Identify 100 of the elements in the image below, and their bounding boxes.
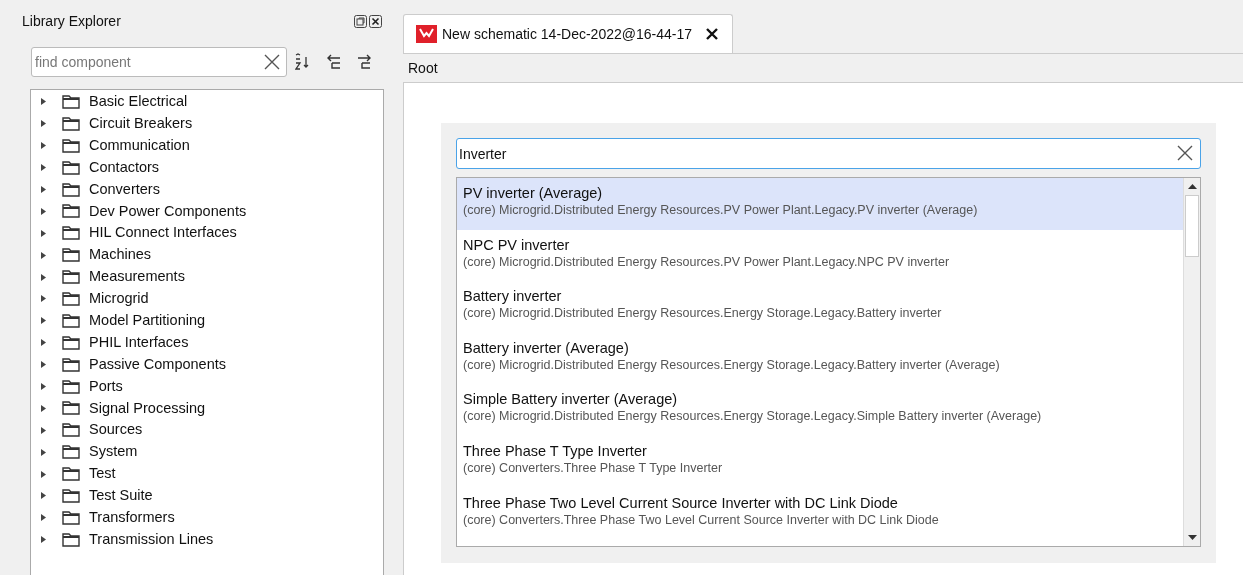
tree-item[interactable]: Transformers (89, 507, 175, 529)
collapsed-caret-icon[interactable] (40, 251, 47, 259)
close-icon[interactable] (369, 14, 382, 28)
collapsed-caret-icon[interactable] (40, 470, 47, 478)
folder-icon (62, 204, 80, 219)
tree-item[interactable]: Test (89, 463, 116, 485)
result-name: NPC PV inverter (463, 235, 571, 254)
folder-icon (62, 423, 80, 438)
app-logo-icon (416, 25, 437, 43)
component-search-field[interactable]: Inverter (456, 138, 1201, 169)
result-name: Three Phase Two Level Current Source Inverter with DC Link Diode (463, 493, 899, 512)
collapsed-caret-icon[interactable] (40, 295, 47, 303)
sort-icon[interactable] (295, 53, 311, 71)
result-path: (core) Microgrid.Distributed Energy Resources.Energy Storage.Legacy.Simple Battery inverter (Average) (463, 408, 1043, 425)
panel-title: Library Explorer (22, 11, 121, 31)
folder-icon (62, 94, 80, 109)
collapsed-caret-icon[interactable] (40, 142, 47, 150)
folder-icon (62, 182, 80, 197)
result-item[interactable]: Three Phase Two Level Current Source Inverter with DC Link Diode (core) Converters.Three Phase Two Level Current Source Inverter with DC Link Diode (457, 487, 1183, 540)
tree-item[interactable]: Ports (89, 375, 123, 398)
tree-item[interactable]: Sources (89, 419, 143, 442)
tree-item[interactable]: Converters (89, 178, 160, 201)
result-item[interactable]: Simple Battery inverter (Average) (core) Microgrid.Distributed Energy Resources.Energy Storage.Legacy.Simple Battery inverter (Average) (457, 384, 1183, 436)
tree-item[interactable]: Dev Power Components (89, 200, 247, 223)
tree-item[interactable]: System (89, 441, 138, 464)
tab-title: New schematic 14-Dec-2022@16-44-17 (442, 24, 692, 44)
folder-icon (62, 445, 80, 460)
result-path: (core) Converters.Three Phase T Type Inverter (463, 459, 724, 476)
clear-icon[interactable] (263, 53, 281, 71)
folder-icon (62, 270, 80, 285)
clear-icon[interactable] (1176, 144, 1194, 162)
collapsed-caret-icon[interactable] (40, 273, 47, 281)
tree-item[interactable]: Passive Components (89, 353, 226, 376)
result-path: (core) Microgrid.Distributed Energy Resources.PV Power Plant.Legacy.NPC PV inverter (463, 253, 951, 270)
collapsed-caret-icon[interactable] (40, 339, 47, 347)
tree-item[interactable]: Transmission Lines (89, 528, 214, 551)
tree-item[interactable]: Microgrid (89, 288, 149, 310)
result-item[interactable]: Battery inverter (Average) (core) Microgrid.Distributed Energy Resources.Energy Storage.Legacy.Battery inverter (Average) (457, 332, 1183, 385)
result-path: (core) Microgrid.Distributed Energy Resources.PV Power Plant.Legacy.PV inverter (Average) (463, 202, 979, 218)
folder-icon (62, 160, 80, 175)
folder-icon (62, 313, 80, 328)
folder-icon (62, 379, 80, 394)
tree-item[interactable]: Basic Electrical (89, 91, 188, 113)
result-path: (core) Converters.Three Phase Two Level Current Source Inverter with DC Link Diode (463, 511, 940, 528)
scroll-up-icon[interactable] (1187, 184, 1197, 189)
result-name: Battery inverter (Average) (463, 338, 630, 357)
breadcrumb[interactable]: Root (408, 57, 438, 79)
collapsed-caret-icon[interactable] (40, 361, 47, 369)
collapsed-caret-icon[interactable] (40, 514, 47, 522)
folder-icon (62, 488, 80, 503)
tree-item[interactable]: PHIL Interfaces (89, 331, 189, 354)
result-item[interactable]: Three Phase T Type Inverter (core) Converters.Three Phase T Type Inverter (457, 435, 1183, 488)
folder-icon (62, 467, 80, 482)
document-tab[interactable]: New schematic 14-Dec-2022@16-44-17 (403, 14, 733, 53)
tree-item[interactable]: HIL Connect Interfaces (89, 222, 237, 245)
folder-icon (62, 116, 80, 131)
folder-icon (62, 532, 80, 547)
result-path: (core) Microgrid.Distributed Energy Resources.Energy Storage.Legacy.Battery inverter (Average) (463, 356, 1001, 373)
tree-item[interactable]: Circuit Breakers (89, 112, 193, 135)
result-name: Three Phase T Type Inverter (463, 441, 648, 460)
tree-item[interactable]: Machines (89, 244, 152, 267)
tree-item[interactable]: Signal Processing (89, 397, 206, 420)
collapsed-caret-icon[interactable] (40, 492, 47, 500)
folder-icon (62, 401, 80, 416)
result-name: Battery inverter (463, 287, 563, 306)
folder-icon (62, 291, 80, 306)
collapsed-caret-icon[interactable] (40, 207, 47, 215)
scroll-thumb[interactable] (1185, 195, 1199, 257)
collapsed-caret-icon[interactable] (40, 186, 47, 193)
expand-icon[interactable] (356, 54, 372, 70)
collapsed-caret-icon[interactable] (40, 98, 47, 106)
collapsed-caret-icon[interactable] (40, 229, 47, 237)
tree-item[interactable]: Model Partitioning (89, 309, 206, 332)
result-path: (core) Microgrid.Distributed Energy Resources.Energy Storage.Legacy.Battery inverter (463, 305, 943, 322)
collapsed-caret-icon[interactable] (40, 120, 47, 128)
tree-item[interactable]: Contactors (89, 156, 160, 179)
folder-icon (62, 510, 80, 525)
result-item[interactable]: PV inverter (Average) (core) Microgrid.Distributed Energy Resources.PV Power Plant.Legacy.PV inverter (Average) (457, 178, 1183, 230)
tree-item[interactable]: Test Suite (89, 485, 153, 507)
folder-icon (62, 357, 80, 372)
collapsed-caret-icon[interactable] (40, 448, 47, 456)
folder-icon (62, 138, 80, 153)
collapsed-caret-icon[interactable] (40, 164, 47, 172)
result-item[interactable]: NPC PV inverter (core) Microgrid.Distributed Energy Resources.PV Power Plant.Legacy.NPC PV inverter (457, 229, 1183, 282)
collapse-icon[interactable] (326, 54, 342, 70)
collapsed-caret-icon[interactable] (40, 383, 47, 390)
close-icon[interactable] (705, 27, 719, 41)
scrollbar[interactable] (1183, 178, 1200, 546)
scroll-down-icon[interactable] (1187, 535, 1197, 540)
collapsed-caret-icon[interactable] (40, 426, 47, 434)
float-icon[interactable] (354, 14, 367, 28)
search-field[interactable]: find component (31, 47, 287, 77)
collapsed-caret-icon[interactable] (40, 536, 47, 544)
result-name: Simple Battery inverter (Average) (463, 390, 679, 409)
collapsed-caret-icon[interactable] (40, 404, 47, 412)
result-name: PV inverter (Average) (463, 184, 604, 202)
tree-item[interactable]: Communication (89, 134, 190, 157)
collapsed-caret-icon[interactable] (40, 317, 47, 325)
tree-item[interactable]: Measurements (89, 266, 185, 288)
result-item[interactable]: Battery inverter (core) Microgrid.Distributed Energy Resources.Energy Storage.Legacy.Battery inverter (457, 281, 1183, 333)
